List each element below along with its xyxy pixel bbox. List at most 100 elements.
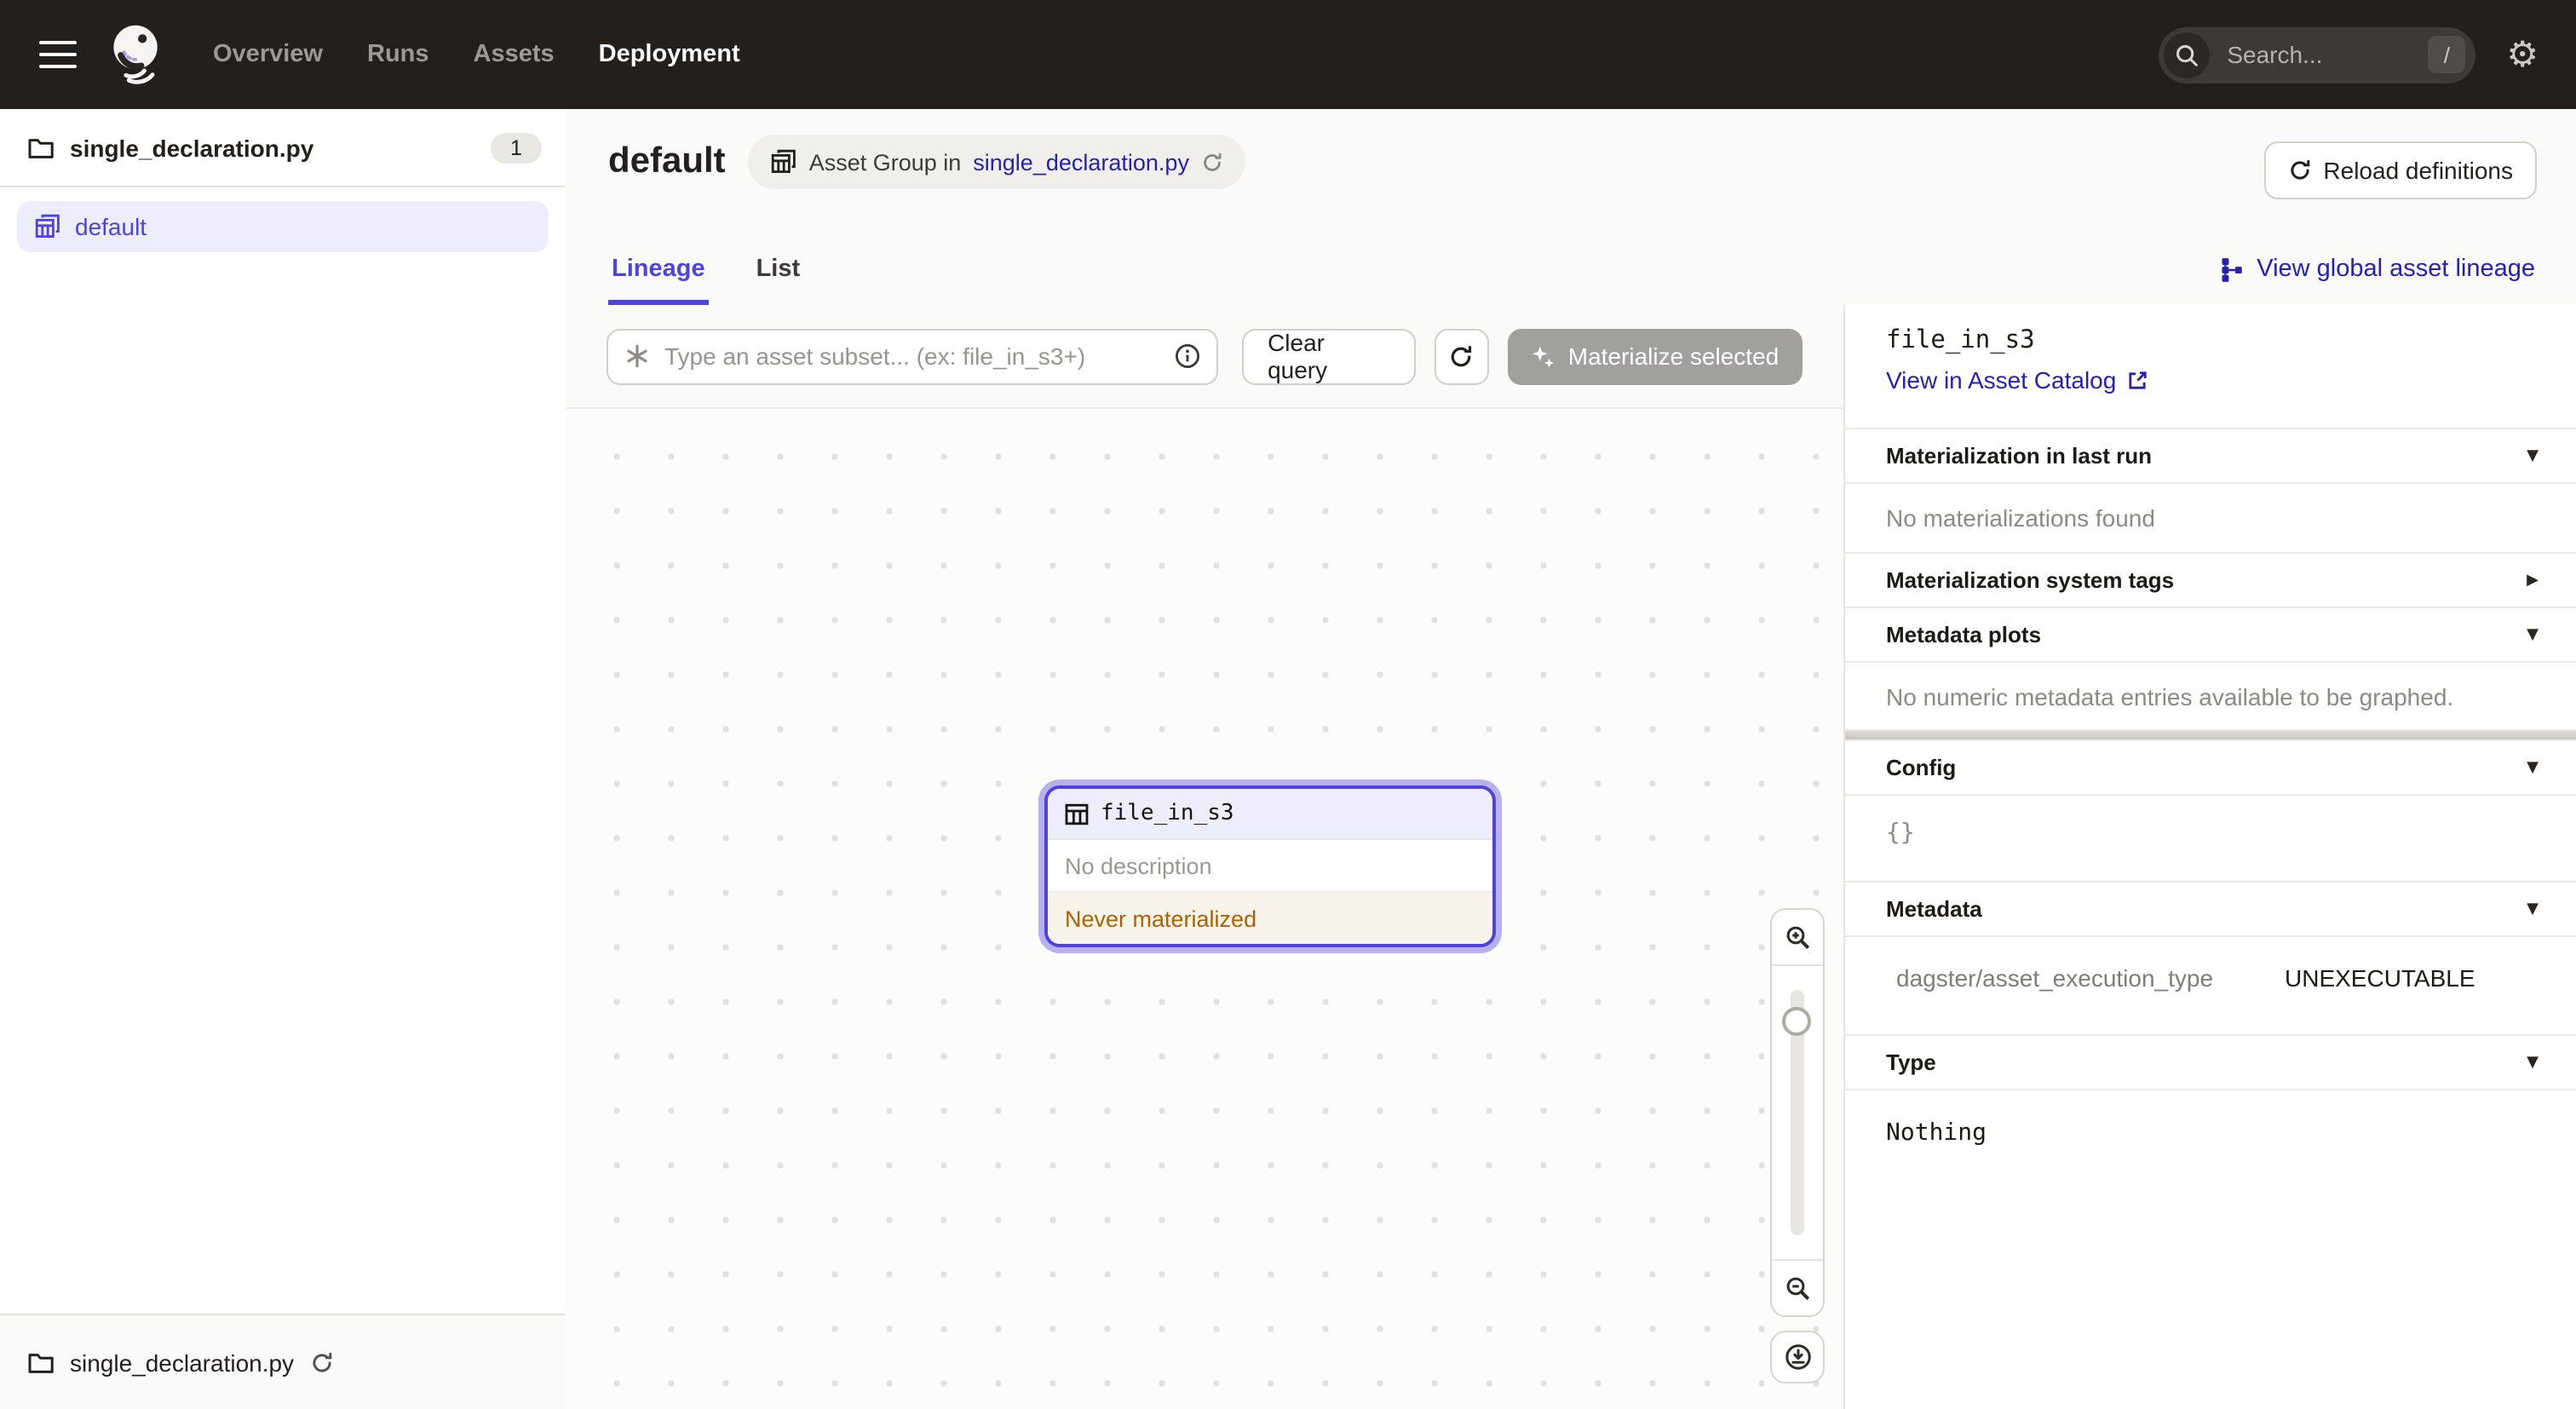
type-value: Nothing <box>1845 1090 2576 1147</box>
asset-group-prefix: Asset Group in <box>809 149 962 175</box>
page-title: default <box>608 141 726 182</box>
section-label: Materialization in last run <box>1886 443 2152 469</box>
metadata-value: UNEXECUTABLE <box>2285 964 2475 1034</box>
chevron-down-icon: ▼ <box>2527 447 2539 464</box>
sidebar-item-default-group[interactable]: default <box>17 201 549 252</box>
zoom-slider <box>1772 966 1823 1259</box>
tab-list[interactable]: List <box>753 242 804 305</box>
asset-node-description: No description <box>1048 840 1492 893</box>
section-materialization-system-tags[interactable]: Materialization system tags ▶ <box>1845 554 2576 608</box>
chevron-down-icon: ▼ <box>2527 759 2539 776</box>
nav-links: Overview Runs Assets Deployment <box>213 41 740 68</box>
sidebar-item-code-location[interactable]: single_declaration.py 1 <box>0 109 566 187</box>
section-config[interactable]: Config ▼ <box>1845 741 2576 796</box>
search-box[interactable]: / <box>2159 26 2475 83</box>
no-materializations-text: No materializations found <box>1845 484 2576 554</box>
nav-item-deployment[interactable]: Deployment <box>599 41 740 68</box>
hamburger-menu-icon[interactable] <box>39 33 77 77</box>
footer-file-label: single_declaration.py <box>70 1349 294 1376</box>
reload-definitions-button[interactable]: Reload definitions <box>2263 141 2537 199</box>
search-shortcut-key: / <box>2428 36 2465 73</box>
nav-right: / ⚙ <box>2159 26 2539 83</box>
asset-group-pill: Asset Group in single_declaration.py <box>748 135 1245 189</box>
info-icon[interactable] <box>1174 342 1201 370</box>
zoom-out-icon <box>1783 1274 1812 1303</box>
dagster-logo-icon[interactable] <box>104 20 169 89</box>
lineage-canvas: Clear query Materialize selected <box>566 305 1843 1409</box>
section-type[interactable]: Type ▼ <box>1845 1036 2576 1090</box>
config-value: {} <box>1845 796 2576 883</box>
section-label: Type <box>1886 1050 1936 1075</box>
asset-node-status: Never materialized <box>1048 893 1492 944</box>
materialize-selected-button[interactable]: Materialize selected <box>1507 328 1803 384</box>
section-materialization-last-run[interactable]: Materialization in last run ▼ <box>1845 429 2576 484</box>
asset-node-header: file_in_s3 <box>1048 789 1492 840</box>
section-metadata[interactable]: Metadata ▼ <box>1845 883 2576 937</box>
asset-group-icon <box>770 148 797 175</box>
folder-icon <box>27 1349 55 1376</box>
view-in-asset-catalog-link[interactable]: View in Asset Catalog <box>1886 366 2535 394</box>
chevron-down-icon: ▼ <box>2527 900 2539 917</box>
view-global-asset-lineage-link[interactable]: View global asset lineage <box>2217 256 2535 283</box>
section-label: Config <box>1886 755 1956 780</box>
page-header: default Asset Group in single_declaratio… <box>566 109 2576 307</box>
nav-item-runs[interactable]: Runs <box>367 41 429 68</box>
sparkle-icon <box>1531 343 1556 369</box>
section-metadata-plots[interactable]: Metadata plots ▼ <box>1845 608 2576 663</box>
global-lineage-label: View global asset lineage <box>2257 256 2535 283</box>
section-label: Materialization system tags <box>1886 567 2174 593</box>
zoom-controls <box>1770 908 1825 1317</box>
panel-splitter[interactable] <box>1845 731 2576 741</box>
clear-query-button[interactable]: Clear query <box>1242 328 1416 384</box>
refresh-icon[interactable] <box>1201 151 1223 173</box>
lineage-toolbar: Clear query Materialize selected <box>566 305 1843 409</box>
asset-group-file-link[interactable]: single_declaration.py <box>973 149 1189 175</box>
dagster-app: Overview Runs Assets Deployment / ⚙ <box>0 0 2576 1409</box>
refresh-icon <box>1448 343 1474 369</box>
asset-count-badge: 1 <box>491 132 542 163</box>
nav-item-overview[interactable]: Overview <box>213 41 323 68</box>
chevron-down-icon: ▼ <box>2527 1054 2539 1071</box>
catalog-link-label: View in Asset Catalog <box>1886 366 2116 394</box>
section-label: Metadata <box>1886 896 1982 922</box>
sidebar-footer: single_declaration.py <box>0 1314 566 1409</box>
asset-subset-input[interactable] <box>661 341 1164 371</box>
folder-icon <box>27 134 55 161</box>
reload-definitions-label: Reload definitions <box>2323 157 2513 184</box>
metadata-key: dagster/asset_execution_type <box>1896 964 2285 1034</box>
asset-subset-field[interactable] <box>607 328 1218 384</box>
group-label: default <box>75 213 147 240</box>
gear-icon[interactable]: ⚙ <box>2506 37 2539 72</box>
top-nav: Overview Runs Assets Deployment / ⚙ <box>0 0 2576 109</box>
no-numeric-metadata-text: No numeric metadata entries available to… <box>1845 663 2576 731</box>
op-selector-icon <box>624 342 651 370</box>
panel-asset-title: file_in_s3 <box>1886 327 2535 354</box>
chevron-down-icon: ▼ <box>2527 626 2539 643</box>
external-link-icon <box>2126 369 2148 391</box>
asset-detail-panel: file_in_s3 View in Asset Catalog Materia… <box>1843 305 2576 1409</box>
download-icon <box>1783 1343 1812 1372</box>
search-input[interactable] <box>2223 39 2401 70</box>
tab-lineage[interactable]: Lineage <box>608 242 709 305</box>
refresh-icon[interactable] <box>309 1350 333 1374</box>
sidebar: single_declaration.py 1 default single_d… <box>0 109 567 1409</box>
asset-node-name: file_in_s3 <box>1101 801 1234 826</box>
table-icon <box>1065 802 1089 825</box>
zoom-out-button[interactable] <box>1772 1259 1823 1315</box>
nav-item-assets[interactable]: Assets <box>474 41 555 68</box>
zoom-in-button[interactable] <box>1772 910 1823 966</box>
materialize-label: Materialize selected <box>1568 342 1779 370</box>
zoom-slider-thumb[interactable] <box>1782 1007 1811 1036</box>
section-label: Metadata plots <box>1886 622 2041 647</box>
refresh-query-button[interactable] <box>1435 328 1488 384</box>
download-image-button[interactable] <box>1770 1331 1825 1383</box>
code-location-label: single_declaration.py <box>70 134 313 161</box>
zoom-in-icon <box>1783 923 1812 952</box>
panel-header: file_in_s3 View in Asset Catalog <box>1845 305 2576 429</box>
asset-group-icon <box>34 213 61 240</box>
asset-node-file-in-s3[interactable]: file_in_s3 No description Never material… <box>1044 785 1496 947</box>
lineage-graph-icon <box>2217 256 2243 282</box>
tab-bar: Lineage List <box>608 242 803 305</box>
chevron-right-icon: ▶ <box>2527 572 2539 589</box>
refresh-icon <box>2287 158 2311 182</box>
